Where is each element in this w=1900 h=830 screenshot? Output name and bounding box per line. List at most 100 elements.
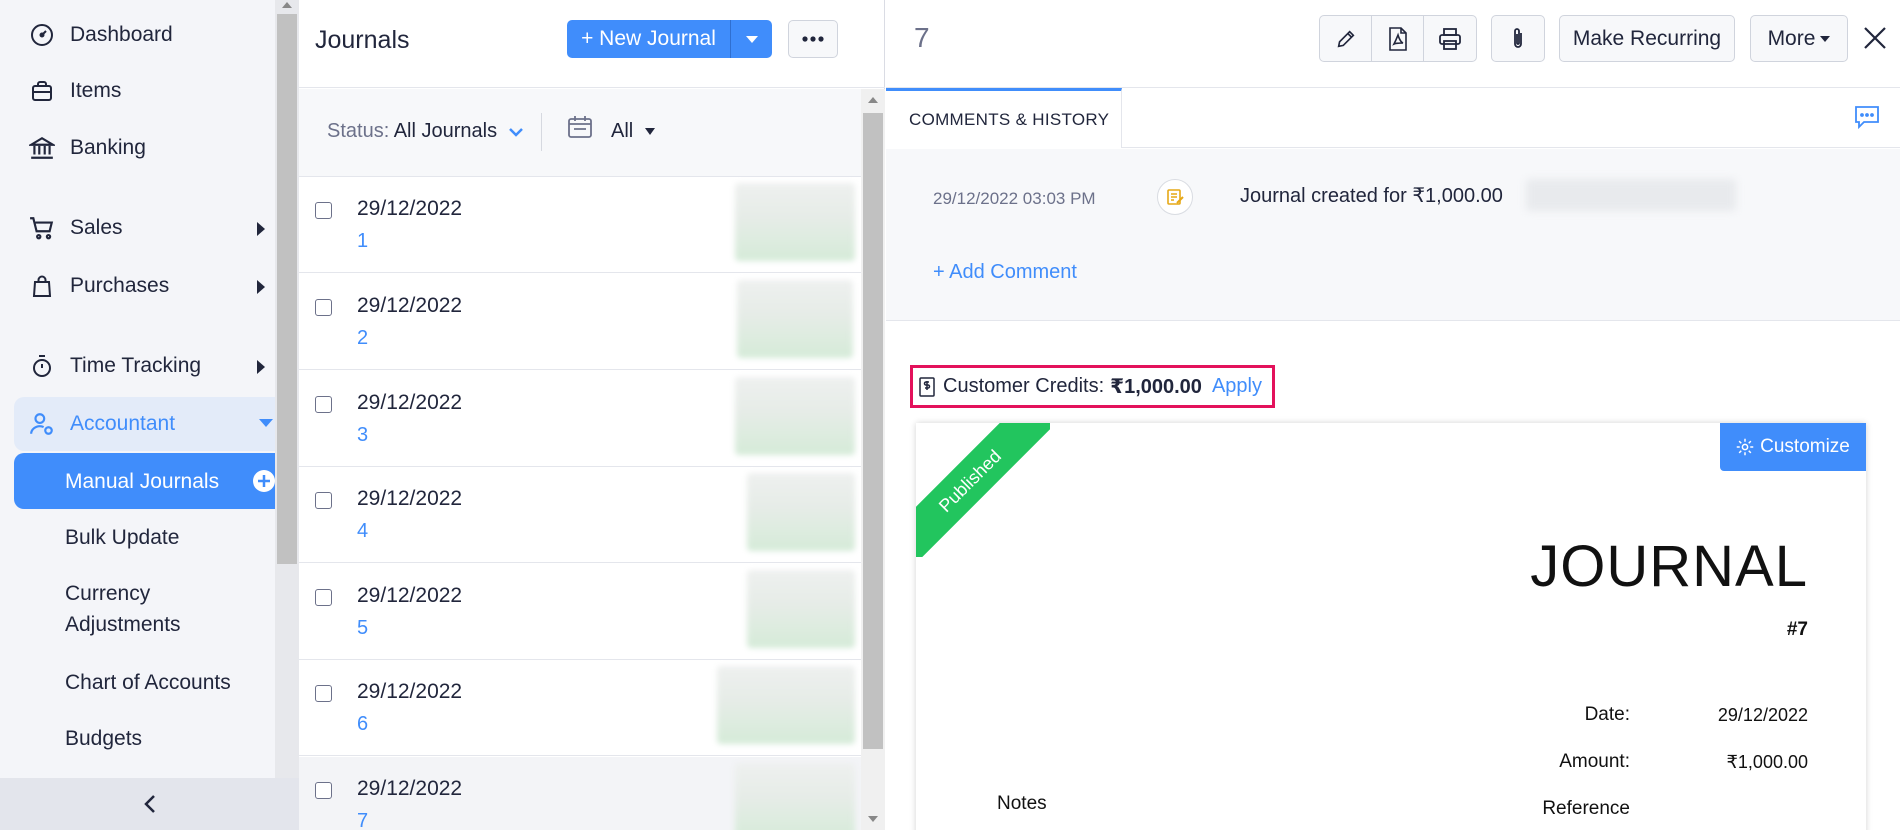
new-journal-button[interactable]: + New Journal [567, 20, 731, 58]
journal-number: 7 [914, 22, 930, 53]
detail-tabbar: COMMENTS & HISTORY [886, 88, 1900, 148]
blurred-amount [747, 570, 855, 648]
document-title: JOURNAL [1530, 534, 1808, 599]
bag-icon [28, 272, 56, 300]
paperclip-icon [1514, 27, 1522, 48]
add-journal-icon[interactable] [253, 470, 275, 492]
sidebar-item-label: Dashboard [70, 23, 173, 46]
customize-label: Customize [1760, 436, 1850, 457]
print-button[interactable] [1424, 16, 1476, 61]
sidebar-item-bulk-update[interactable]: Bulk Update [14, 522, 275, 553]
sidebar-item-label: Bulk Update [65, 526, 180, 549]
row-checkbox[interactable] [315, 202, 332, 219]
journal-number-link[interactable]: 5 [357, 617, 368, 640]
table-row[interactable]: 29/12/2022 5 [299, 564, 861, 660]
calendar-icon[interactable] [567, 115, 593, 139]
credits-amount: ₹1,000.00 [1110, 376, 1202, 398]
status-ribbon-label: Published [916, 423, 1050, 557]
tab-comments-history[interactable]: COMMENTS & HISTORY [886, 88, 1122, 148]
sidebar-item-chart-of-accounts[interactable]: Chart of Accounts [14, 667, 275, 698]
scrollbar-thumb[interactable] [277, 14, 297, 564]
sidebar-item-sales[interactable]: Sales [0, 204, 275, 252]
cart-icon [28, 214, 56, 242]
status-filter-label: Status: [327, 120, 390, 142]
journal-number-link[interactable]: 7 [357, 810, 368, 830]
customize-button[interactable]: Customize [1720, 423, 1866, 471]
pdf-button[interactable] [1372, 16, 1424, 61]
table-row[interactable]: 29/12/2022 6 [299, 660, 861, 756]
collapse-sidebar-button[interactable] [0, 778, 299, 830]
row-checkbox[interactable] [315, 299, 332, 316]
history-timestamp: 29/12/2022 03:03 PM [933, 189, 1096, 208]
new-journal-split-button: + New Journal [567, 20, 772, 58]
sidebar-item-label: Sales [70, 216, 123, 239]
close-icon [1864, 27, 1886, 49]
new-journal-dropdown-button[interactable] [731, 20, 772, 58]
status-filter-value: All Journals [393, 120, 498, 142]
chevron-down-icon [259, 419, 273, 427]
sidebar-item-currency-adjustments[interactable]: Currency Adjustments [14, 578, 234, 640]
row-checkbox[interactable] [315, 589, 332, 606]
close-button[interactable] [1859, 22, 1891, 54]
edit-button[interactable] [1320, 16, 1372, 61]
stopwatch-icon [28, 352, 56, 380]
period-filter-value: All [611, 120, 634, 142]
status-filter[interactable]: Status: All Journals [327, 120, 523, 143]
journal-number-link[interactable]: 1 [357, 230, 368, 253]
sidebar-item-items[interactable]: Items [0, 67, 275, 115]
row-checkbox[interactable] [315, 782, 332, 799]
apply-credits-link[interactable]: Apply [1212, 375, 1262, 398]
blurred-amount [735, 183, 855, 261]
sidebar-item-manual-journals[interactable]: Manual Journals [14, 453, 275, 509]
sidebar-item-label: Budgets [65, 727, 143, 750]
sidebar-item-banking[interactable]: Banking [0, 124, 275, 172]
dashboard-icon [28, 21, 56, 49]
sidebar-item-purchases[interactable]: Purchases [0, 262, 275, 310]
attach-button[interactable] [1491, 15, 1545, 62]
row-checkbox[interactable] [315, 685, 332, 702]
add-comment-link[interactable]: + Add Comment [933, 261, 1077, 284]
blurred-amount [735, 377, 855, 455]
bank-icon [28, 134, 56, 162]
scroll-up-icon[interactable] [282, 2, 292, 8]
filter-bar: Status: All Journals All [299, 89, 861, 177]
journal-number-link[interactable]: 2 [357, 327, 368, 350]
sidebar-item-label: Items [70, 79, 122, 102]
more-button[interactable]: More [1750, 15, 1848, 62]
scroll-up-icon[interactable] [868, 97, 878, 103]
row-checkbox[interactable] [315, 396, 332, 413]
scrollbar-thumb[interactable] [863, 113, 883, 749]
sidebar-item-accountant[interactable]: Accountant [14, 397, 275, 451]
make-recurring-button[interactable]: Make Recurring [1559, 15, 1735, 62]
journal-list: 29/12/2022 1 29/12/2022 2 29/12/2022 3 2… [299, 177, 861, 830]
pdf-icon [1388, 26, 1407, 51]
pencil-icon [1337, 29, 1355, 47]
table-row[interactable]: 29/12/2022 4 [299, 467, 861, 563]
list-scrollbar[interactable] [861, 89, 885, 830]
caret-down-icon [745, 35, 758, 43]
scroll-down-icon[interactable] [868, 816, 878, 822]
table-row[interactable]: 29/12/2022 3 [299, 371, 861, 467]
status-ribbon: Published [916, 423, 1050, 557]
journal-number-link[interactable]: 6 [357, 713, 368, 736]
ellipsis-icon [802, 36, 824, 42]
sidebar-item-label: Banking [70, 136, 146, 159]
sidebar-item-budgets[interactable]: Budgets [14, 723, 275, 754]
sidebar-item-label: Chart of Accounts [65, 671, 231, 694]
blurred-amount [717, 666, 855, 744]
comment-icon[interactable] [1854, 104, 1880, 130]
table-row[interactable]: 29/12/2022 2 [299, 274, 861, 370]
accountant-icon [28, 410, 56, 438]
more-options-button[interactable] [788, 20, 838, 58]
journal-number-link[interactable]: 3 [357, 424, 368, 447]
caret-down-icon [644, 128, 655, 136]
sidebar-item-time-tracking[interactable]: Time Tracking [0, 342, 275, 390]
sidebar-scrollbar[interactable] [275, 0, 299, 778]
chevron-down-icon [508, 127, 523, 137]
row-checkbox[interactable] [315, 492, 332, 509]
period-filter[interactable]: All [611, 120, 655, 143]
table-row[interactable]: 29/12/2022 1 [299, 177, 861, 273]
journal-number-link[interactable]: 4 [357, 520, 368, 543]
table-row-selected[interactable]: 29/12/2022 7 [299, 757, 861, 830]
sidebar-item-dashboard[interactable]: Dashboard [0, 11, 275, 59]
